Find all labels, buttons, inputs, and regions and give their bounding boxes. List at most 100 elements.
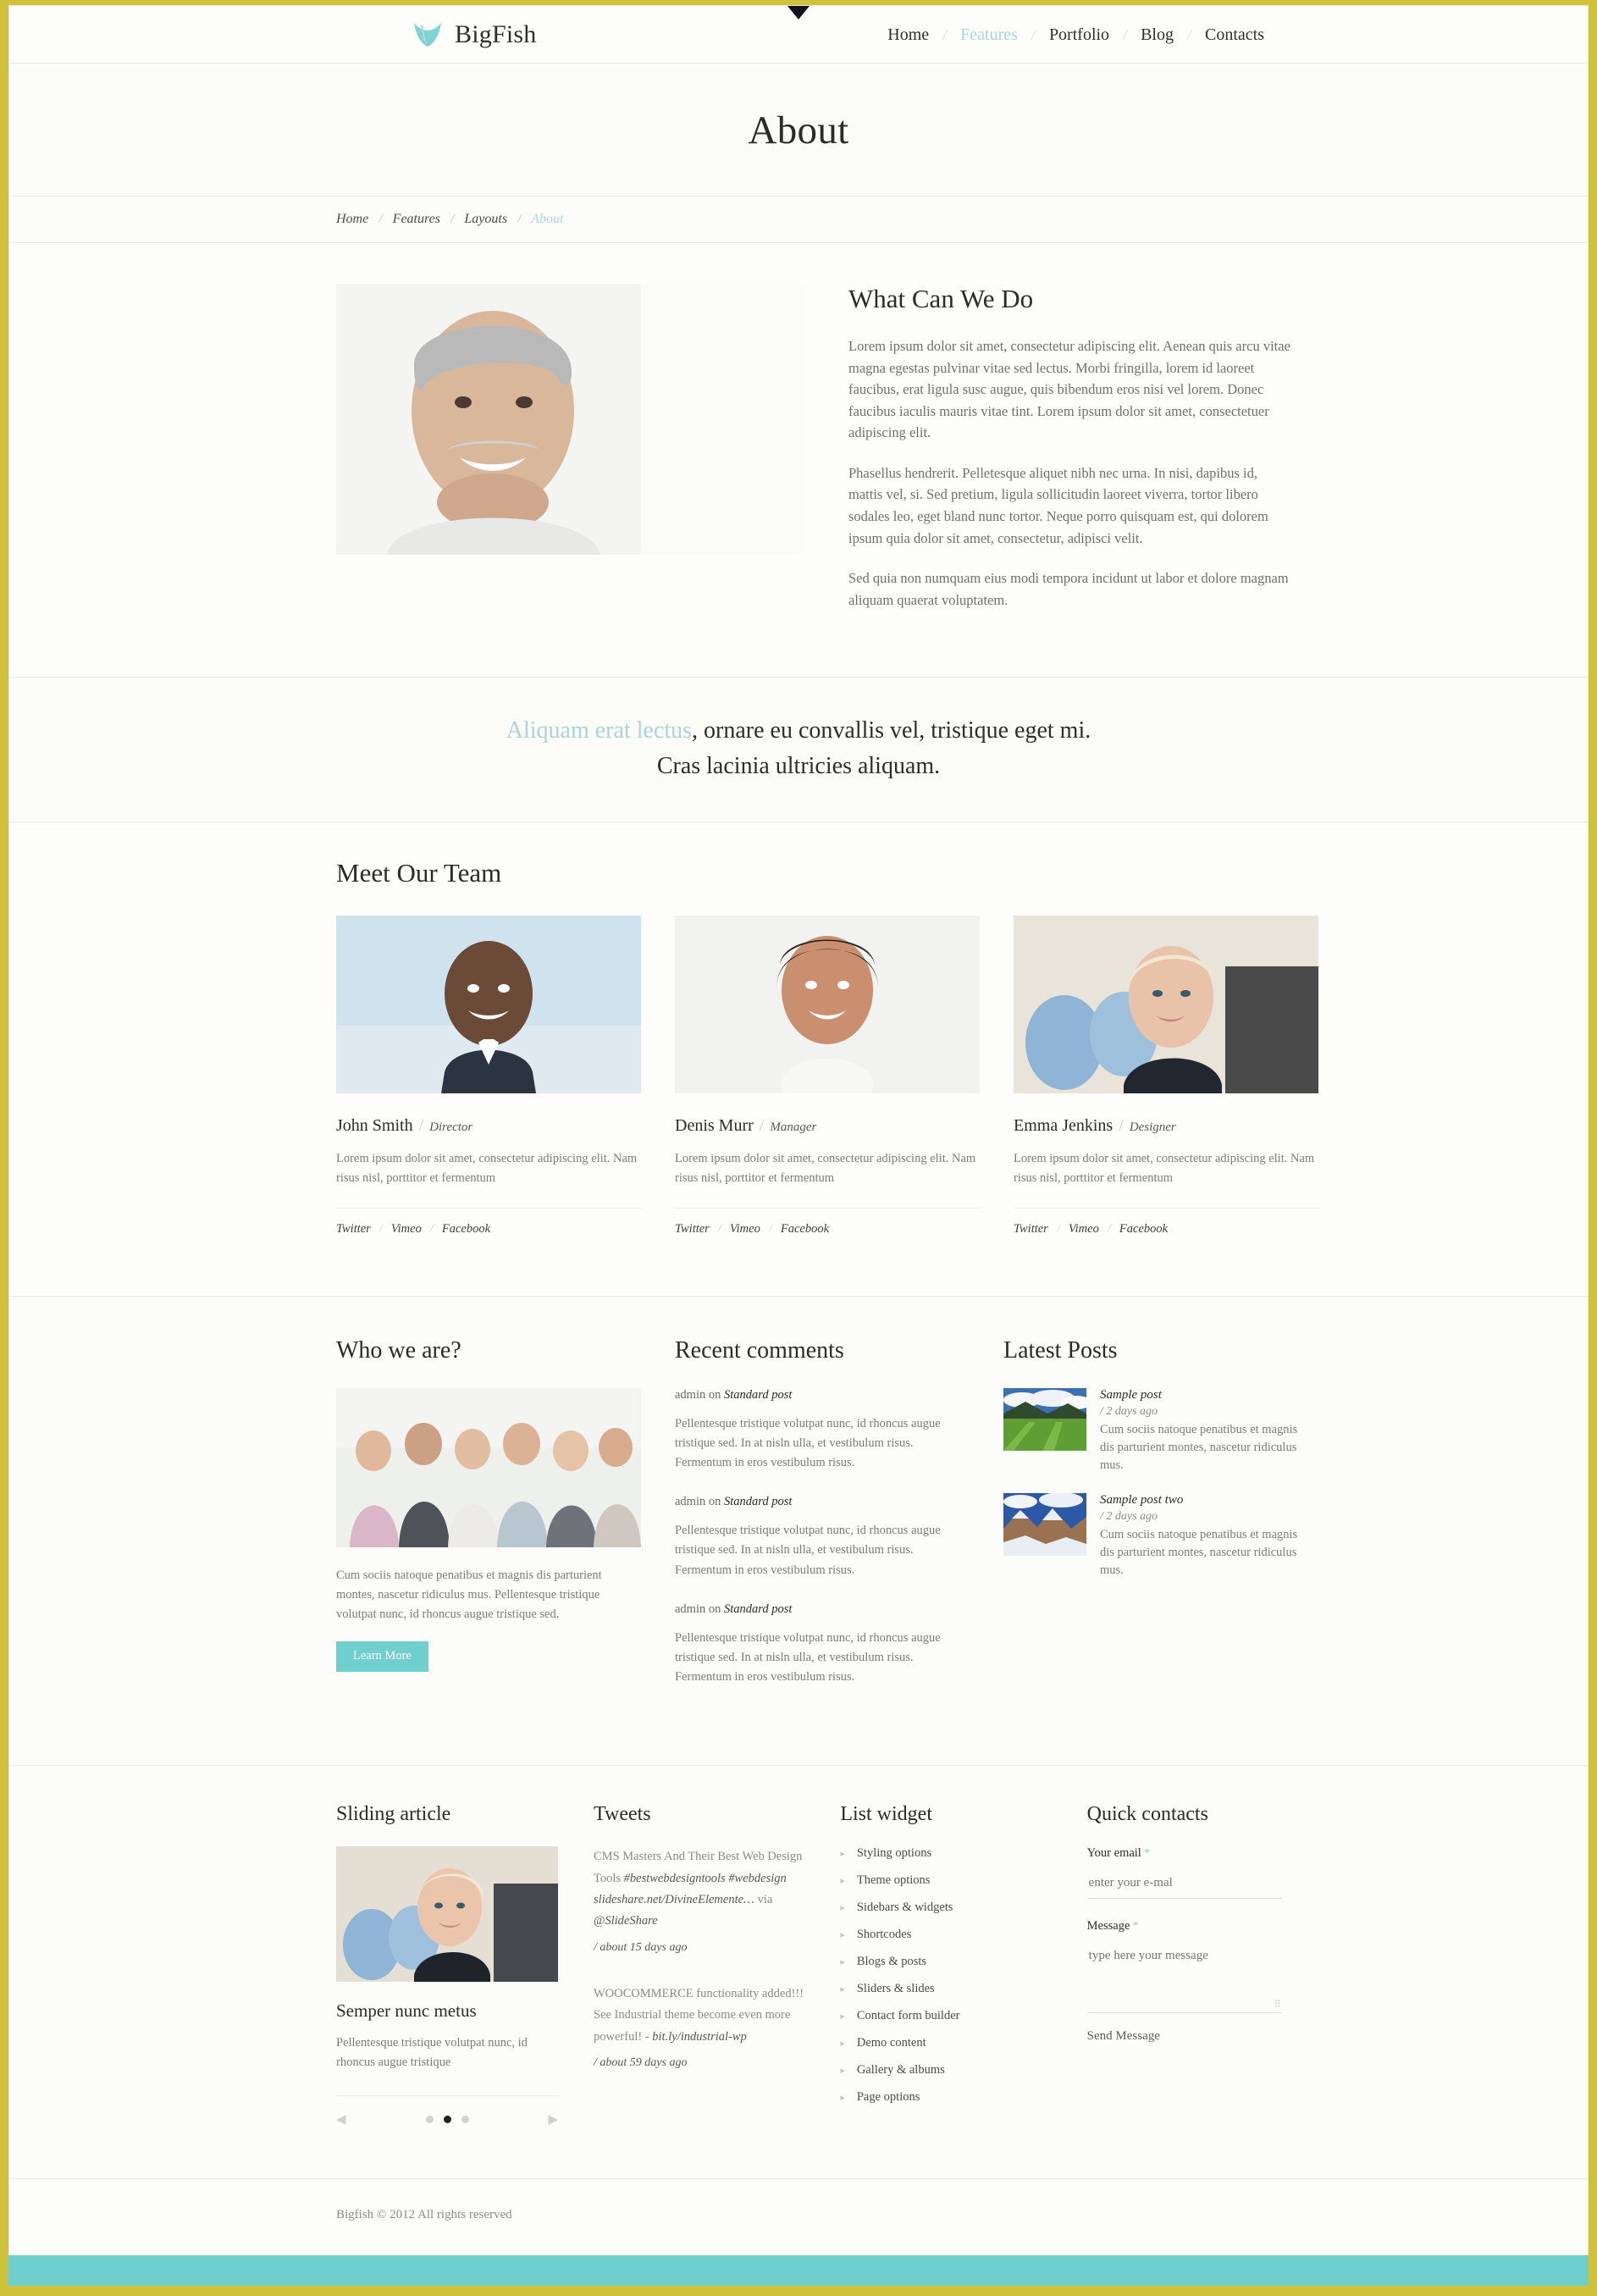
social-link-vimeo[interactable]: Vimeo xyxy=(391,1222,422,1236)
triangle-right-icon: ▸ xyxy=(840,1984,845,1995)
chevron-left-icon[interactable]: ◀ xyxy=(336,2111,346,2127)
social-separator: / xyxy=(1107,1221,1111,1236)
team-member-social: Twitter / Vimeo / Facebook xyxy=(1014,1222,1318,1237)
team-member-name-row: Denis Murr / Manager xyxy=(675,1116,980,1136)
message-field-label: Message * xyxy=(1087,1919,1298,1934)
send-message-button[interactable]: Send Message xyxy=(1087,2029,1160,2044)
slider-dot[interactable] xyxy=(461,2115,469,2123)
social-link-facebook[interactable]: Facebook xyxy=(442,1222,490,1236)
post-item[interactable]: Sample post / 2 days ago Cum sociis nato… xyxy=(1003,1387,1298,1474)
list-item[interactable]: ▸ Theme options xyxy=(840,1873,1051,1888)
list-item[interactable]: ▸ Demo content xyxy=(840,2036,1051,2050)
tagline-band: Aliquam erat lectus, ornare eu convallis… xyxy=(9,678,1588,823)
list-widget: List widget ▸ Styling options ▸ Theme opti… xyxy=(840,1803,1051,2127)
post-item[interactable]: Sample post two / 2 days ago Cum sociis … xyxy=(1003,1492,1298,1580)
list-item[interactable]: ▸ Contact form builder xyxy=(840,2009,1051,2023)
social-link-twitter[interactable]: Twitter xyxy=(675,1222,710,1236)
list-item-label[interactable]: Gallery & albums xyxy=(857,2063,945,2077)
tweet-date: / about 15 days ago xyxy=(594,1940,688,1954)
site-header: BigFish Home / Features / Portfolio / Bl… xyxy=(9,6,1588,64)
team-name-separator: / xyxy=(418,1116,424,1136)
tweet-handle[interactable]: @SlideShare xyxy=(594,1914,658,1928)
nav-separator: / xyxy=(942,25,948,43)
slider-dot[interactable] xyxy=(425,2115,434,2123)
post-title[interactable]: Sample post two xyxy=(1100,1493,1298,1508)
chevron-right-icon[interactable]: ▶ xyxy=(548,2111,558,2127)
team-member-photo xyxy=(336,916,641,1094)
list-item-label[interactable]: Contact form builder xyxy=(857,2009,960,2023)
breadcrumb-item-features[interactable]: Features xyxy=(393,212,440,226)
quick-contacts-widget: Quick contacts Your email* Message* ⠿ Se… xyxy=(1086,1803,1298,2127)
list-item[interactable]: ▸ Sliders & slides xyxy=(840,1982,1051,1996)
team-name-separator: / xyxy=(1119,1116,1124,1136)
list-item-label[interactable]: Sidebars & widgets xyxy=(857,1900,953,1915)
social-link-facebook[interactable]: Facebook xyxy=(1119,1222,1168,1236)
comment-author: admin on xyxy=(675,1602,721,1616)
nav-separator: / xyxy=(1123,25,1128,43)
list-item[interactable]: ▸ Page options xyxy=(840,2090,1051,2105)
social-link-vimeo[interactable]: Vimeo xyxy=(1069,1222,1099,1236)
breadcrumb-item-layouts[interactable]: Layouts xyxy=(464,212,507,226)
team-member-social: Twitter / Vimeo / Facebook xyxy=(675,1222,980,1237)
slider-dot-active[interactable] xyxy=(443,2115,451,2123)
list-item-label[interactable]: Blogs & posts xyxy=(857,1955,926,1969)
nav-item-features[interactable]: Features xyxy=(955,25,1023,45)
comment-body: Pellentesque tristique volutpat nunc, id… xyxy=(675,1416,941,1469)
email-label-text: Your email xyxy=(1086,1846,1141,1861)
triangle-right-icon: ▸ xyxy=(840,2093,845,2104)
tweet-link[interactable]: bit.ly/industrial-wp xyxy=(652,2030,747,2044)
comment-post-link[interactable]: Standard post xyxy=(724,1495,792,1508)
social-separator: / xyxy=(1056,1221,1060,1236)
triangle-right-icon: ▸ xyxy=(840,1849,845,1860)
social-link-twitter[interactable]: Twitter xyxy=(1014,1222,1048,1236)
social-separator: / xyxy=(768,1221,772,1236)
nav-item-contacts[interactable]: Contacts xyxy=(1200,25,1269,45)
sliding-article-title[interactable]: Semper nunc metus xyxy=(336,2000,558,2022)
sliding-article-widget: Sliding article Semper nunc metus Pellen… xyxy=(336,1803,558,2127)
breadcrumb-item-home[interactable]: Home xyxy=(336,212,368,226)
breadcrumb: Home / Features / Layouts / About xyxy=(299,212,1298,227)
tagline: Aliquam erat lectus, ornare eu convallis… xyxy=(9,713,1588,784)
learn-more-button[interactable]: Learn More xyxy=(336,1641,428,1673)
list-item-label[interactable]: Sliders & slides xyxy=(857,1982,935,1996)
resize-grip-icon[interactable]: ⠿ xyxy=(1274,1999,1281,2010)
team-name-separator: / xyxy=(759,1116,765,1136)
team-member-role: Designer xyxy=(1129,1120,1176,1135)
comment-post-link[interactable]: Standard post xyxy=(724,1602,792,1616)
message-field[interactable] xyxy=(1086,1944,1282,2014)
list-item[interactable]: ▸ Styling options xyxy=(840,1846,1051,1861)
comment-post-link[interactable]: Standard post xyxy=(724,1388,792,1402)
social-link-facebook[interactable]: Facebook xyxy=(781,1222,829,1236)
post-thumbnail xyxy=(1003,1387,1086,1451)
social-link-vimeo[interactable]: Vimeo xyxy=(730,1222,760,1236)
post-title[interactable]: Sample post xyxy=(1100,1388,1298,1402)
comment-meta: admin on Standard post xyxy=(675,1388,970,1402)
nav-item-home[interactable]: Home xyxy=(882,25,934,45)
list-item-label[interactable]: Shortcodes xyxy=(857,1928,911,1942)
message-label-text: Message xyxy=(1086,1919,1130,1934)
site-logo[interactable]: BigFish xyxy=(299,20,536,49)
comment-meta: admin on Standard post xyxy=(675,1602,970,1617)
team-member-photo xyxy=(1014,916,1318,1094)
list-item-label[interactable]: Theme options xyxy=(857,1873,931,1888)
post-excerpt: Cum sociis natoque penatibus et magnis d… xyxy=(1100,1527,1298,1577)
nav-item-portfolio[interactable]: Portfolio xyxy=(1044,25,1114,45)
post-date: / 2 days ago xyxy=(1100,1509,1158,1523)
recent-comments-heading: Recent comments xyxy=(675,1336,844,1364)
social-link-twitter[interactable]: Twitter xyxy=(336,1222,371,1236)
list-item[interactable]: ▸ Gallery & albums xyxy=(840,2063,1051,2077)
list-item[interactable]: ▸ Shortcodes xyxy=(840,1928,1051,1942)
list-item-label[interactable]: Page options xyxy=(857,2090,920,2105)
team-member-name-row: John Smith / Director xyxy=(336,1116,641,1136)
email-field[interactable] xyxy=(1086,1871,1282,1900)
site-logo-text: BigFish xyxy=(455,20,537,48)
nav-item-blog[interactable]: Blog xyxy=(1136,25,1179,45)
list-item[interactable]: ▸ Sidebars & widgets xyxy=(840,1900,1051,1915)
list-item-label[interactable]: Demo content xyxy=(857,2036,926,2050)
comment-meta: admin on Standard post xyxy=(675,1495,970,1509)
list-item[interactable]: ▸ Blogs & posts xyxy=(840,1955,1051,1969)
list-item-label[interactable]: Styling options xyxy=(857,1846,931,1861)
breadcrumb-band: Home / Features / Layouts / About xyxy=(9,196,1588,243)
triangle-right-icon: ▸ xyxy=(840,2039,845,2050)
tweet-date: / about 59 days ago xyxy=(594,2055,688,2069)
